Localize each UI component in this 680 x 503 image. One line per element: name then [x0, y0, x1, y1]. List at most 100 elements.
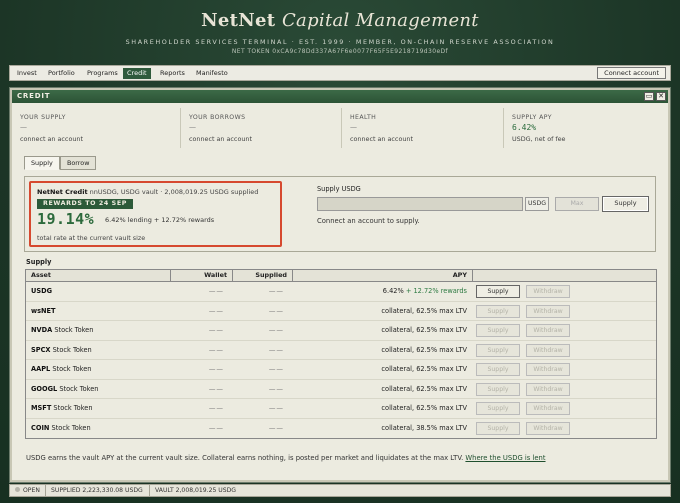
menu-item-invest[interactable]: Invest — [13, 68, 41, 79]
row-withdraw-button[interactable]: Withdraw — [526, 343, 570, 357]
asset-symbol: USDG — [31, 287, 52, 295]
stat-note: connect an account — [350, 135, 413, 143]
table-row: MSFT Stock Token —— —— collateral, 62.5% ma… — [26, 399, 656, 419]
apy-value: collateral, 62.5% max LTV — [381, 345, 467, 354]
asset-name: wsNET — [31, 302, 56, 321]
stat-label: YOUR SUPPLY — [20, 114, 66, 121]
stat-value: 6.42% — [512, 123, 537, 132]
asset-apy: collateral, 62.5% max LTV — [292, 399, 472, 418]
asset-name: NVDA Stock Token — [31, 321, 93, 340]
asset-symbol: AAPL — [31, 365, 51, 373]
credit-window: CREDIT ▭ ✕ YOUR SUPPLY — connect an acco… — [10, 88, 670, 482]
row-supply-button[interactable]: Supply — [476, 324, 520, 337]
asset-symbol: NVDA — [31, 326, 53, 334]
row-supply-button[interactable]: Supply — [476, 304, 520, 318]
asset-name: AAPL Stock Token — [31, 360, 91, 379]
tab-borrow[interactable]: Borrow — [60, 156, 97, 170]
menu-item-reports[interactable]: Reports — [156, 68, 189, 79]
supplied-amount: —— — [268, 326, 284, 334]
asset-symbol: COIN — [31, 423, 50, 432]
row-supply-button[interactable]: Supply — [476, 363, 520, 376]
menu-item-manifesto[interactable]: Manifesto — [192, 68, 232, 79]
row-supply-button[interactable]: Supply — [476, 285, 520, 298]
stat-value: — — [20, 123, 27, 131]
wallet-balance: —— — [208, 423, 224, 432]
menu-item-programs[interactable]: Programs — [83, 68, 122, 79]
asset-apy: collateral, 62.5% max LTV — [292, 321, 472, 340]
supplied-amount: —— — [268, 306, 284, 315]
supply-panel: NetNet Credit nnUSDG, USDG vault · 2,008… — [24, 176, 656, 252]
apy-value: collateral, 38.5% max LTV — [381, 423, 467, 432]
col-asset: Asset — [31, 271, 51, 279]
stat-note: connect an account — [20, 135, 83, 143]
row-withdraw-button[interactable]: Withdraw — [526, 363, 570, 376]
max-button[interactable]: Max — [555, 197, 599, 211]
total-apy: 19.14% — [37, 210, 95, 228]
asset-apy: collateral, 62.5% max LTV — [292, 341, 472, 360]
row-supply-button[interactable]: Supply — [476, 421, 520, 435]
asset-name: COIN Stock Token — [31, 419, 91, 438]
row-withdraw-button[interactable]: Withdraw — [526, 324, 570, 337]
asset-name: GOOGL Stock Token — [31, 380, 98, 399]
asset-name: USDG — [31, 282, 52, 301]
table-row: SPCX Stock Token —— —— collateral, 62.5% ma… — [26, 341, 656, 360]
stat-note: USDG, net of fee — [512, 135, 566, 143]
wallet-balance: —— — [208, 306, 224, 315]
masthead: NetNet Capital Management SHAREHOLDER SE… — [0, 0, 680, 62]
tab-supply[interactable]: Supply — [24, 156, 60, 170]
row-supply-button[interactable]: Supply — [476, 402, 520, 415]
table-row: wsNET —— —— collateral, 62.5% max LTV Supply… — [26, 302, 656, 321]
supply-amount-input[interactable] — [317, 197, 523, 211]
stat-label: YOUR BORROWS — [189, 114, 246, 121]
row-withdraw-button[interactable]: Withdraw — [526, 304, 570, 318]
menu-item-credit[interactable]: Credit — [123, 68, 151, 79]
close-icon[interactable]: ✕ — [656, 92, 666, 101]
supply-section-label: Supply — [26, 258, 52, 266]
asset-symbol: SPCX — [31, 345, 51, 354]
row-withdraw-button[interactable]: Withdraw — [526, 421, 570, 435]
supplied-amount: —— — [268, 404, 284, 412]
connect-account-button[interactable]: Connect account — [597, 67, 666, 79]
col-wallet: Wallet — [170, 270, 232, 282]
apy-breakdown: 6.42% lending + 12.72% rewards — [105, 216, 215, 224]
row-withdraw-button[interactable]: Withdraw — [526, 382, 570, 396]
row-supply-button[interactable]: Supply — [476, 382, 520, 396]
status-dot-icon — [15, 487, 20, 492]
row-withdraw-button[interactable]: Withdraw — [526, 285, 570, 298]
supply-table: Asset Wallet Supplied APY USDG —— —— 6.42% … — [25, 269, 657, 439]
menu-bar: Invest Portfolio Programs Credit Reports… — [9, 65, 671, 81]
table-body: USDG —— —— 6.42% + 12.72% rewards Supply With… — [26, 282, 656, 438]
table-row: GOOGL Stock Token —— —— collateral, 62.5% m… — [26, 380, 656, 399]
supplied-amount: —— — [268, 423, 284, 432]
supply-submit-button[interactable]: Supply — [602, 196, 649, 212]
asset-kind: Stock Token — [51, 423, 91, 432]
minimize-icon[interactable]: ▭ — [644, 92, 654, 101]
credit-subtitle: nnUSDG, USDG vault · 2,008,019.25 USDG s… — [89, 188, 259, 196]
account-stats: YOUR SUPPLY — connect an account YOUR BO… — [12, 108, 668, 148]
table-row: USDG —— —— 6.42% + 12.72% rewards Supply With… — [26, 282, 656, 302]
stat-health: HEALTH — connect an account — [341, 108, 503, 148]
apy-value: collateral, 62.5% max LTV — [381, 306, 467, 315]
wallet-balance: —— — [208, 345, 224, 354]
status-bar: OPEN SUPPLIED 2,223,330.08 USDG VAULT 2,… — [9, 484, 671, 497]
where-usdg-lent-link[interactable]: Where the USDG is lent — [465, 454, 545, 462]
table-row: COIN Stock Token —— —— collateral, 38.5% ma… — [26, 419, 656, 439]
row-supply-button[interactable]: Supply — [476, 343, 520, 357]
asset-apy: collateral, 62.5% max LTV — [292, 380, 472, 399]
apy-rewards: + 12.72% rewards — [405, 287, 467, 295]
asset-kind: Stock Token — [52, 365, 92, 373]
brand-title: NetNet Capital Management — [0, 10, 680, 31]
asset-apy: collateral, 38.5% max LTV — [292, 419, 472, 438]
row-withdraw-button[interactable]: Withdraw — [526, 402, 570, 415]
window-title: CREDIT — [17, 92, 51, 100]
status-state: OPEN — [23, 487, 40, 494]
menu-item-portfolio[interactable]: Portfolio — [44, 68, 79, 79]
supply-amount-label: Supply USDG — [317, 185, 361, 193]
stat-note: connect an account — [189, 135, 252, 143]
col-apy: APY — [292, 270, 472, 282]
credit-title: NetNet Credit nnUSDG, USDG vault · 2,008… — [37, 188, 258, 196]
credit-name: NetNet Credit — [37, 188, 88, 196]
stat-supply-apy: SUPPLY APY 6.42% USDG, net of fee — [503, 108, 663, 148]
asset-kind: Stock Token — [59, 384, 99, 393]
status-supplied: SUPPLIED 2,223,330.08 USDG — [45, 485, 149, 496]
